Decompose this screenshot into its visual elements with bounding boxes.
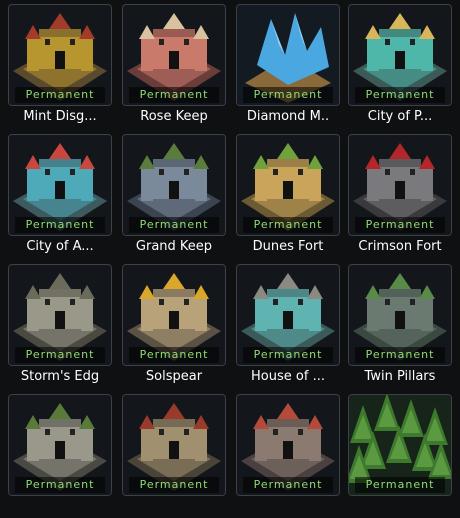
permanent-badge: Permanent: [243, 87, 333, 103]
skin-name: Storm's Edg: [20, 369, 100, 384]
skin-tile[interactable]: Permanent City of A...: [8, 134, 112, 258]
permanent-badge: Permanent: [243, 477, 333, 493]
permanent-badge: Permanent: [129, 217, 219, 233]
skin-thumbnail: Permanent: [236, 134, 340, 236]
skin-name: Diamond M..: [246, 109, 330, 124]
skin-thumbnail: Permanent: [348, 4, 452, 106]
skin-thumbnail: Permanent: [122, 264, 226, 366]
skin-name: Solspear: [145, 369, 203, 384]
skin-tile[interactable]: Permanent House of ...: [236, 264, 340, 388]
skin-thumbnail: Permanent: [8, 394, 112, 496]
skin-name: [118, 498, 230, 516]
skin-tile[interactable]: Permanent Solspear: [122, 264, 226, 388]
skin-name: City of P...: [367, 109, 433, 124]
skin-tile[interactable]: Permanent: [122, 394, 226, 518]
skin-thumbnail: Permanent: [8, 4, 112, 106]
skin-tile[interactable]: Permanent: [8, 394, 112, 518]
permanent-badge: Permanent: [129, 477, 219, 493]
skin-grid: Permanent Mint Disg... Permanent Rose Keep P…: [0, 0, 460, 500]
skin-tile[interactable]: Permanent Crimson Fort: [348, 134, 452, 258]
skin-name: Dunes Fort: [252, 239, 324, 254]
skin-name: Twin Pillars: [364, 369, 436, 384]
skin-name: Crimson Fort: [358, 239, 442, 254]
skin-thumbnail: Permanent: [122, 4, 226, 106]
skin-thumbnail: Permanent: [8, 134, 112, 236]
skin-name: City of A...: [26, 239, 94, 254]
skin-thumbnail: Permanent: [348, 394, 452, 496]
skin-thumbnail: Permanent: [122, 134, 226, 236]
skin-tile[interactable]: Permanent Dunes Fort: [236, 134, 340, 258]
permanent-badge: Permanent: [243, 347, 333, 363]
skin-tile[interactable]: Permanent Rose Keep: [122, 4, 226, 128]
skin-name: House of ...: [251, 369, 325, 384]
skin-thumbnail: Permanent: [236, 264, 340, 366]
permanent-badge: Permanent: [129, 87, 219, 103]
skin-thumbnail: Permanent: [8, 264, 112, 366]
skin-thumbnail: Permanent: [348, 264, 452, 366]
skin-tile[interactable]: Permanent: [236, 394, 340, 518]
skin-name: Rose Keep: [140, 109, 208, 124]
skin-tile[interactable]: Permanent Diamond M..: [236, 4, 340, 128]
permanent-badge: Permanent: [15, 477, 105, 493]
permanent-badge: Permanent: [15, 87, 105, 103]
permanent-badge: Permanent: [129, 347, 219, 363]
permanent-badge: Permanent: [355, 87, 445, 103]
skin-tile[interactable]: Permanent City of P...: [348, 4, 452, 128]
skin-tile[interactable]: Permanent: [348, 394, 452, 518]
skin-thumbnail: Permanent: [122, 394, 226, 496]
permanent-badge: Permanent: [355, 477, 445, 493]
skin-thumbnail: Permanent: [236, 4, 340, 106]
permanent-badge: Permanent: [15, 347, 105, 363]
skin-name: [344, 498, 456, 516]
skin-thumbnail: Permanent: [236, 394, 340, 496]
skin-tile[interactable]: Permanent Storm's Edg: [8, 264, 112, 388]
skin-tile[interactable]: Permanent Twin Pillars: [348, 264, 452, 388]
skin-name: Mint Disg...: [23, 109, 97, 124]
skin-thumbnail: Permanent: [348, 134, 452, 236]
permanent-badge: Permanent: [15, 217, 105, 233]
skin-tile[interactable]: Permanent Mint Disg...: [8, 4, 112, 128]
permanent-badge: Permanent: [355, 217, 445, 233]
skin-name: [4, 498, 116, 516]
permanent-badge: Permanent: [355, 347, 445, 363]
skin-name: [232, 498, 344, 516]
skin-name: Grand Keep: [135, 239, 213, 254]
permanent-badge: Permanent: [243, 217, 333, 233]
skin-tile[interactable]: Permanent Grand Keep: [122, 134, 226, 258]
